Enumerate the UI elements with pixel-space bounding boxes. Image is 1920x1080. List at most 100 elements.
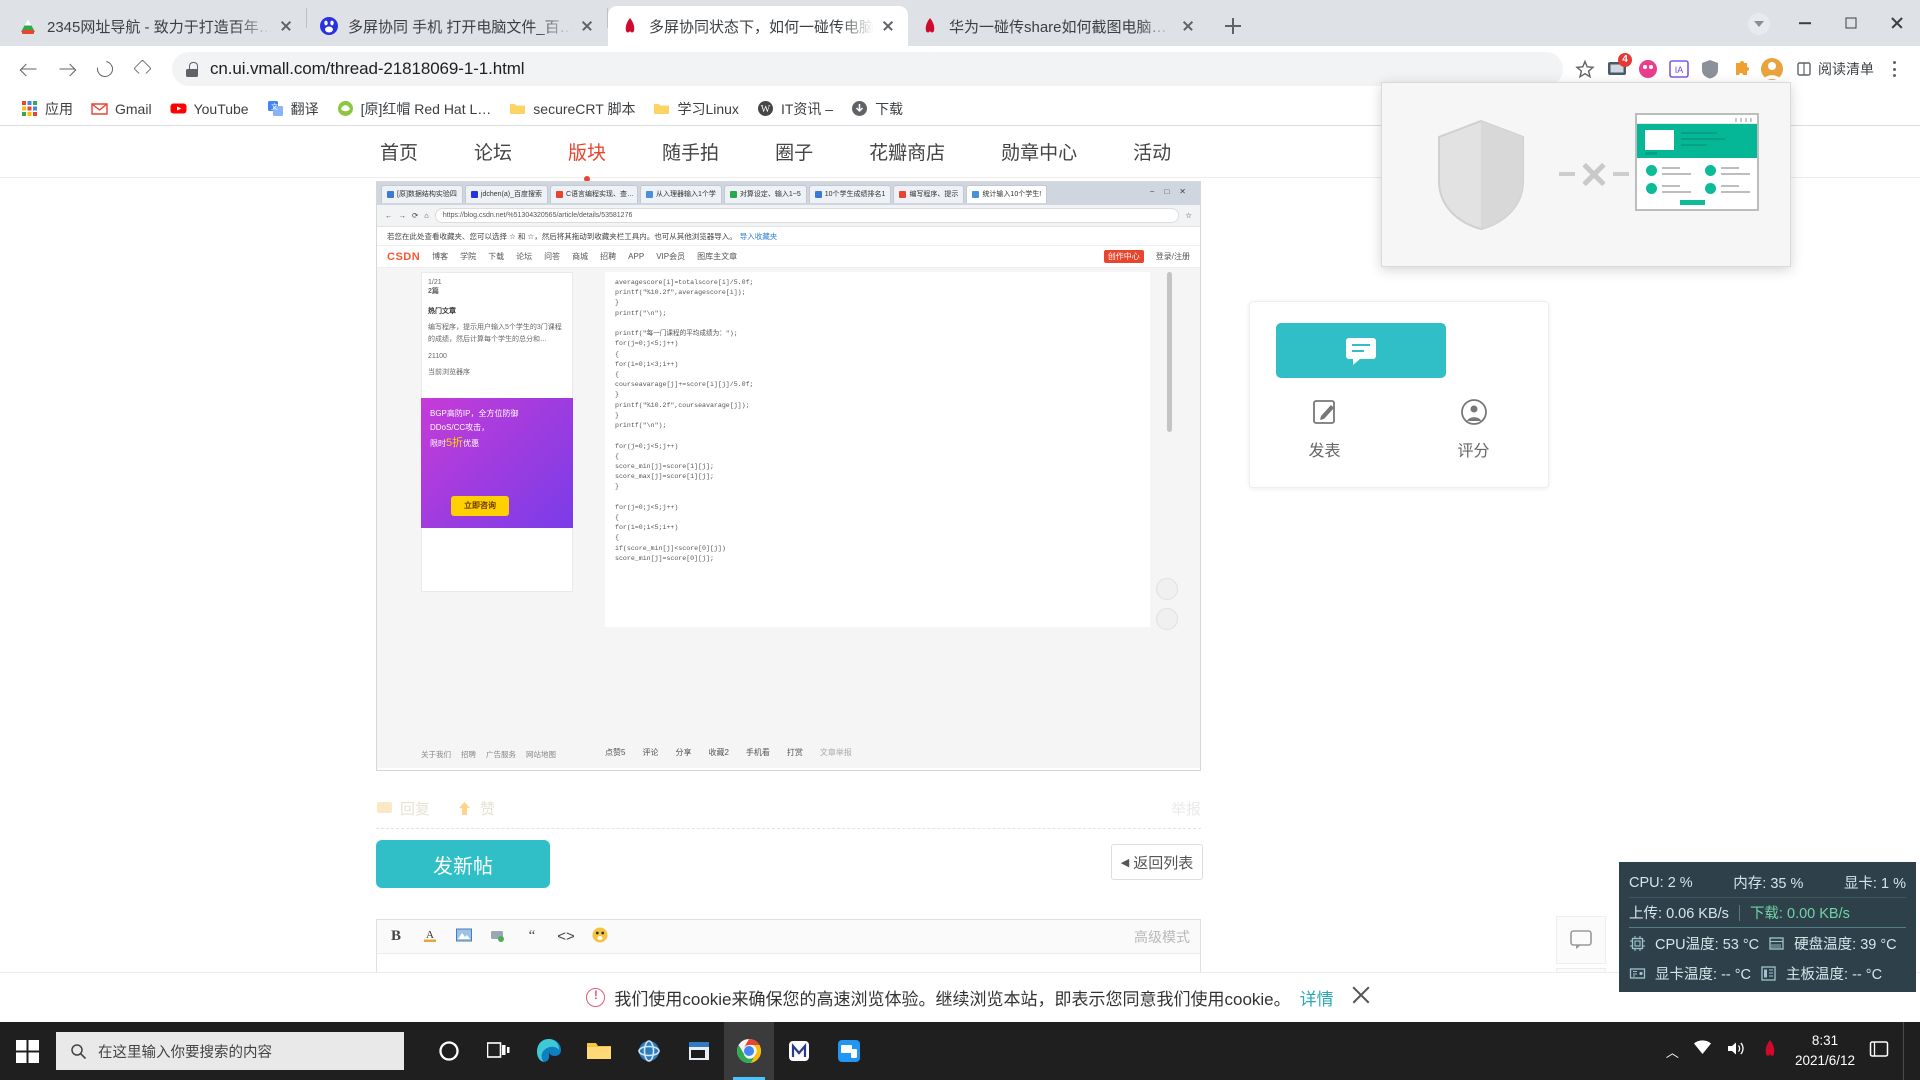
nav-item-activity[interactable]: 活动 <box>1133 138 1171 165</box>
maximize-button[interactable] <box>1828 3 1874 43</box>
close-icon[interactable] <box>878 16 898 36</box>
nav-item-store[interactable]: 花瓣商店 <box>869 138 945 165</box>
puzzle-extension-icon[interactable] <box>1727 55 1755 83</box>
close-icon[interactable] <box>577 16 597 36</box>
cookie-close-button[interactable] <box>1347 981 1375 1009</box>
nav-item-forum[interactable]: 论坛 <box>474 138 512 165</box>
address-bar[interactable]: cn.ui.vmall.com/thread-21818069-1-1.html <box>172 52 1563 86</box>
emoji-button[interactable] <box>591 926 609 948</box>
code-button[interactable]: <> <box>557 928 575 945</box>
speaker-icon[interactable] <box>1726 1040 1745 1062</box>
close-icon[interactable] <box>276 16 296 36</box>
bookmark-redhat[interactable]: [原]红帽 Red Hat L… <box>328 96 501 122</box>
feedback-button[interactable] <box>1556 916 1606 964</box>
bookmark-it-news[interactable]: W IT资讯 – <box>748 96 842 122</box>
file-explorer-icon[interactable] <box>574 1022 624 1080</box>
tab-search-chevron-icon[interactable] <box>1748 13 1770 35</box>
like-button[interactable]: 赞 <box>456 798 495 819</box>
huawei-share-icon[interactable] <box>824 1022 874 1080</box>
advanced-mode-link[interactable]: 高级模式 <box>1134 927 1190 947</box>
bookmark-youtube[interactable]: YouTube <box>161 96 258 122</box>
notification-icon[interactable] <box>1869 1040 1889 1063</box>
bookmark-securecrt-scripts[interactable]: secureCRT 脚本 <box>500 96 644 122</box>
embedded-tab-active: 统计输入10个学生! <box>966 184 1048 203</box>
reading-list-button[interactable]: 阅读清单 <box>1796 59 1874 79</box>
show-desktop-button[interactable] <box>1903 1022 1912 1080</box>
embedded-url: https://blog.csdn.net/%51304320565/artic… <box>434 208 1180 223</box>
font-color-button[interactable]: A <box>421 926 439 948</box>
shield-extension-icon[interactable] <box>1696 55 1724 83</box>
archive-icon[interactable] <box>674 1022 724 1080</box>
nav-item-circle[interactable]: 圈子 <box>775 138 813 165</box>
image-button[interactable] <box>455 926 473 948</box>
svg-text:W: W <box>761 104 771 115</box>
bold-button[interactable]: B <box>387 928 405 945</box>
home-button[interactable] <box>126 52 160 86</box>
csdn-nav-item: APP <box>628 252 645 261</box>
clock-time: 8:31 <box>1811 1033 1839 1049</box>
comment-button[interactable] <box>1276 323 1446 378</box>
sidebar-views: 21100 <box>428 352 447 360</box>
bookmark-translate[interactable]: 文 翻译 <box>258 96 328 122</box>
browser-tab[interactable]: 多屏协同 手机 打开电脑文件_百… <box>307 6 607 46</box>
report-link[interactable]: 举报 <box>1171 798 1201 819</box>
post-embedded-screenshot[interactable]: [原]数据结构实验四 jdchen(a)_百度搜索 C语言编程实现、查… 从入理… <box>376 181 1201 771</box>
sidebar-count-label: 1/21 <box>428 279 442 286</box>
start-button[interactable] <box>0 1022 54 1080</box>
preview-titlebar <box>1637 115 1757 124</box>
attachment-button[interactable] <box>489 926 507 948</box>
reply-button[interactable]: 回复 <box>376 798 430 819</box>
forward-button[interactable] <box>50 52 84 86</box>
ia-extension-icon[interactable]: IA <box>1665 55 1693 83</box>
minimize-button[interactable] <box>1782 3 1828 43</box>
cortana-icon[interactable] <box>424 1022 474 1080</box>
embedded-window-buttons: −□✕ <box>1149 187 1196 196</box>
chat-icon <box>1570 930 1592 949</box>
chrome-menu-button[interactable] <box>1880 55 1908 83</box>
bookmark-label: [原]红帽 Red Hat L… <box>360 100 492 117</box>
adblock-popup[interactable] <box>1381 82 1791 267</box>
bookmark-learn-linux[interactable]: 学习Linux <box>644 96 747 122</box>
back-to-list-button[interactable]: ◀ 返回列表 <box>1111 844 1203 880</box>
nav-item-snapshot[interactable]: 随手拍 <box>662 138 719 165</box>
system-monitor-overlay[interactable]: CPU: 2 % 内存: 35 % 显卡: 1 % 上传: 0.06 KB/s … <box>1619 862 1916 992</box>
rating-action[interactable]: 评分 <box>1399 397 1548 461</box>
pink-extension-icon[interactable] <box>1634 55 1662 83</box>
taskbar-search-box[interactable]: 在这里输入你要搜索的内容 <box>56 1032 404 1070</box>
bookmark-gmail[interactable]: Gmail <box>82 96 161 122</box>
bookmark-apps[interactable]: 应用 <box>12 96 82 122</box>
mindmaster-icon[interactable] <box>774 1022 824 1080</box>
csdn-nav-item: 招聘 <box>600 252 617 261</box>
browser-tab-active[interactable]: 多屏协同状态下，如何一碰传电脑… <box>608 6 908 46</box>
huawei-pc-manager-icon[interactable] <box>1759 1039 1781 1063</box>
clock[interactable]: 8:31 2021/6/12 <box>1795 1031 1855 1070</box>
ie-browser-icon[interactable] <box>624 1022 674 1080</box>
profile-avatar[interactable] <box>1758 55 1786 83</box>
footer-jobs: 招聘 <box>461 750 476 759</box>
publish-action[interactable]: 发表 <box>1250 397 1399 461</box>
quote-button[interactable]: “ <box>523 928 541 945</box>
bookmark-download[interactable]: 下载 <box>842 96 912 122</box>
nav-item-board[interactable]: 版块 <box>568 138 606 165</box>
browser-tab[interactable]: 2345网址导航 - 致力于打造百年… <box>6 6 306 46</box>
nav-item-home[interactable]: 首页 <box>380 138 418 165</box>
back-button[interactable] <box>12 52 46 86</box>
star-icon[interactable] <box>1575 59 1595 79</box>
embedded-address-bar: ← → ⟳ ⌂ https://blog.csdn.net/%513043205… <box>377 205 1200 227</box>
close-window-button[interactable] <box>1874 3 1920 43</box>
nav-item-medals[interactable]: 勋章中心 <box>1001 138 1077 165</box>
chrome-icon[interactable] <box>724 1022 774 1080</box>
tray-chevron-icon[interactable]: ︿ <box>1666 1042 1679 1061</box>
download-label: 下载: <box>1749 906 1783 922</box>
screen-share-extension-icon[interactable]: 4 <box>1603 53 1632 83</box>
new-post-button[interactable]: 发新帖 <box>376 840 550 888</box>
new-tab-button[interactable] <box>1216 9 1250 43</box>
cookie-details-link[interactable]: 详情 <box>1300 985 1334 1010</box>
wifi-icon[interactable] <box>1693 1040 1712 1062</box>
browser-tab[interactable]: 华为一碰传share如何截图电脑… <box>908 6 1208 46</box>
csdn-nav-item: 学院 <box>460 252 477 261</box>
task-view-icon[interactable] <box>474 1022 524 1080</box>
reload-button[interactable] <box>88 52 122 86</box>
edge-icon[interactable] <box>524 1022 574 1080</box>
close-icon[interactable] <box>1178 16 1198 36</box>
